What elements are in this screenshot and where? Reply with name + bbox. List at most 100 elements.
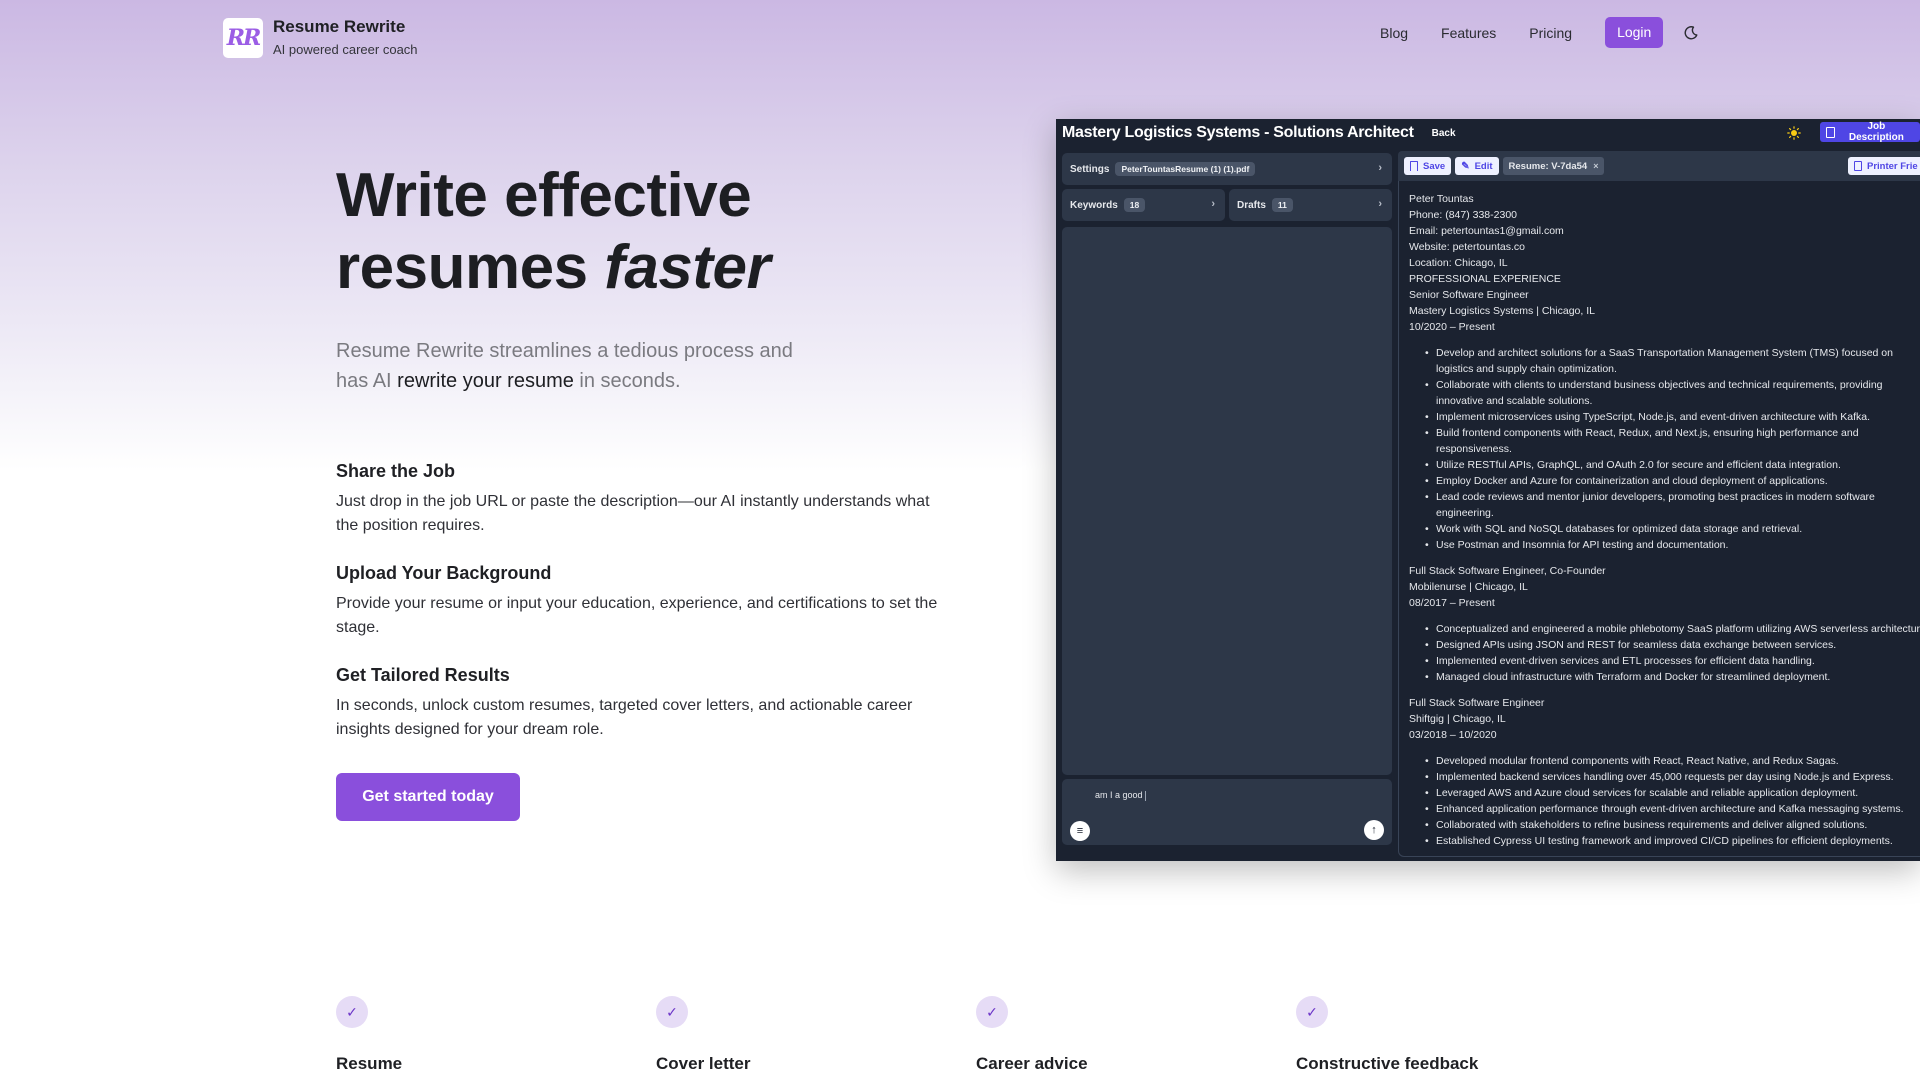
moon-icon[interactable] [1683, 25, 1699, 41]
chat-input[interactable]: am I a good ≡ ↑ [1062, 779, 1392, 845]
resume-document: Peter Tountas Phone: (847) 338-2300 Email:… [1398, 181, 1920, 857]
feature-label: Career advice [976, 1054, 1088, 1073]
app-preview: Mastery Logistics Systems - Solutions Ar… [1056, 119, 1920, 861]
resume-bullet: Collaborated with stakeholders to refine… [1425, 817, 1920, 833]
feature-label: Cover letter [656, 1054, 751, 1073]
job2-header: Full Stack Software Engineer, Co-Founder… [1409, 563, 1920, 611]
brand-tagline: AI powered career coach [273, 42, 418, 57]
site-header: RR Resume Rewrite AI powered career coac… [0, 0, 1920, 70]
step-share-job: Share the Job Just drop in the job URL o… [336, 458, 946, 538]
chevron-right-icon: › [1378, 162, 1382, 174]
resume-bullet: Use Postman and Insomnia for API testing… [1425, 537, 1920, 553]
save-button[interactable]: Save [1404, 157, 1452, 175]
step-title: Get Tailored Results [336, 665, 510, 685]
check-icon: ✓ [976, 996, 1008, 1028]
app-topbar: Mastery Logistics Systems - Solutions Ar… [1056, 119, 1920, 147]
printer-label: Printer Frie [1867, 160, 1918, 172]
drafts-panel[interactable]: Drafts 11 › [1229, 189, 1392, 221]
step-tailored-results: Get Tailored Results In seconds, unlock … [336, 662, 946, 742]
resume-line: Senior Software Engineer [1409, 289, 1529, 301]
drafts-label: Drafts [1237, 199, 1266, 211]
back-link[interactable]: Back [1432, 128, 1456, 139]
resume-bullet: Collaborate with clients to understand b… [1425, 377, 1920, 409]
app-title: Mastery Logistics Systems - Solutions Ar… [1062, 124, 1414, 141]
hero-title: Write effective resumes faster [336, 160, 771, 304]
brand[interactable]: RR Resume Rewrite AI powered career coac… [223, 16, 418, 59]
resume-line: 03/2018 – 10/2020 [1409, 729, 1497, 741]
chat-input-text[interactable]: am I a good [1095, 790, 1146, 801]
chevron-right-icon: › [1378, 198, 1382, 210]
login-button[interactable]: Login [1605, 17, 1664, 48]
text-caret [1144, 790, 1146, 801]
keywords-drafts-row: Keywords 18 › Drafts 11 › [1062, 189, 1392, 221]
resume-bullet: Employ Docker and Azure for containeriza… [1425, 473, 1920, 489]
resume-toolbar: Save ✎ Edit Resume: V-7da54 × Printer Frie [1398, 151, 1920, 181]
get-started-button[interactable]: Get started today [336, 773, 520, 821]
feature-label: Constructive feedback [1296, 1054, 1479, 1073]
hero-title-line2: resumes [336, 233, 605, 302]
resume-line: Phone: (847) 338-2300 [1409, 209, 1517, 221]
resume-bullet: Developed modular frontend components wi… [1425, 753, 1920, 769]
feature-constructive-feedback: ✓ Constructive feedback [1296, 996, 1596, 1074]
brand-text: Resume Rewrite AI powered career coach [273, 16, 418, 59]
resume-bullet: Enhanced application performance through… [1425, 801, 1920, 817]
resume-line: Website: petertountas.co [1409, 241, 1525, 253]
printer-friendly-button[interactable]: Printer Frie [1848, 157, 1920, 175]
chevron-right-icon: › [1211, 198, 1215, 210]
hero-title-line1: Write effective [336, 161, 752, 230]
edit-icon: ✎ [1461, 160, 1470, 172]
send-arrow-icon[interactable]: ↑ [1364, 820, 1384, 840]
step-title: Share the Job [336, 461, 456, 481]
nav-blog[interactable]: Blog [1380, 18, 1408, 48]
check-icon: ✓ [336, 996, 368, 1028]
resume-line: 10/2020 – Present [1409, 321, 1495, 333]
resume-bullet: Conceptualized and engineered a mobile p… [1425, 621, 1920, 637]
drafts-count: 11 [1271, 198, 1293, 212]
menu-icon[interactable]: ≡ [1070, 821, 1090, 841]
resume-line: Full Stack Software Engineer [1409, 697, 1545, 709]
hero-subtitle-end: in seconds. [573, 370, 681, 392]
resume-bullet: Designed APIs using JSON and REST for se… [1425, 637, 1920, 653]
brand-name: Resume Rewrite [273, 17, 406, 36]
resume-panel: Save ✎ Edit Resume: V-7da54 × Printer Frie… [1398, 151, 1920, 857]
resume-line: Mobilenurse | Chicago, IL [1409, 581, 1528, 593]
sun-icon[interactable] [1787, 126, 1801, 140]
keywords-count: 18 [1123, 198, 1146, 212]
check-icon: ✓ [1296, 996, 1328, 1028]
edit-label: Edit [1474, 160, 1493, 172]
resume-bullet: Implemented event-driven services and ET… [1425, 653, 1920, 669]
job3-header: Full Stack Software Engineer Shiftgig | C… [1409, 695, 1920, 743]
nav-features[interactable]: Features [1441, 18, 1496, 48]
resume-bullet: Implement microservices using TypeScript… [1425, 409, 1920, 425]
hero-subtitle-highlight: rewrite your resume [397, 370, 574, 392]
keywords-panel[interactable]: Keywords 18 › [1062, 189, 1225, 221]
resume-line: 08/2017 – Present [1409, 597, 1495, 609]
feature-label: Resume [336, 1054, 403, 1073]
logo[interactable]: RR [223, 17, 263, 58]
step-title: Upload Your Background [336, 563, 552, 583]
settings-file-pill: PeterTountasResume (1) (1).pdf [1115, 162, 1256, 176]
resume-bullet: Established Cypress UI testing framework… [1425, 833, 1920, 849]
resume-bullet: Utilize RESTful APIs, GraphQL, and OAuth… [1425, 457, 1920, 473]
resume-line: Peter Tountas [1409, 193, 1474, 205]
resume-bullet: Leveraged AWS and Azure cloud services f… [1425, 785, 1920, 801]
step-text: Provide your resume or input your educat… [336, 595, 938, 636]
job-description-button[interactable]: Job Description [1820, 121, 1920, 143]
step-text: In seconds, unlock custom resumes, targe… [336, 697, 913, 738]
settings-panel[interactable]: Settings PeterTountasResume (1) (1).pdf … [1062, 153, 1392, 185]
feature-resume: ✓ Resume [336, 996, 636, 1074]
resume-version-label: Resume: V-7da54 [1508, 160, 1588, 172]
close-icon[interactable]: × [1593, 161, 1598, 171]
feature-cover-letter: ✓ Cover letter [656, 996, 956, 1074]
nav-pricing[interactable]: Pricing [1529, 18, 1572, 48]
keywords-label: Keywords [1070, 199, 1118, 211]
feature-career-advice: ✓ Career advice [976, 996, 1276, 1074]
resume-bullet: Managed cloud infrastructure with Terraf… [1425, 669, 1920, 685]
document-icon [1826, 126, 1835, 138]
resume-bullet: Lead code reviews and mentor junior deve… [1425, 489, 1920, 521]
resume-version-tag[interactable]: Resume: V-7da54 × [1502, 157, 1605, 175]
edit-button[interactable]: ✎ Edit [1455, 157, 1499, 175]
resume-header-lines: Peter Tountas Phone: (847) 338-2300 Email:… [1409, 191, 1920, 335]
step-upload-background: Upload Your Background Provide your resu… [336, 560, 946, 640]
step-text: Just drop in the job URL or paste the de… [336, 493, 930, 534]
